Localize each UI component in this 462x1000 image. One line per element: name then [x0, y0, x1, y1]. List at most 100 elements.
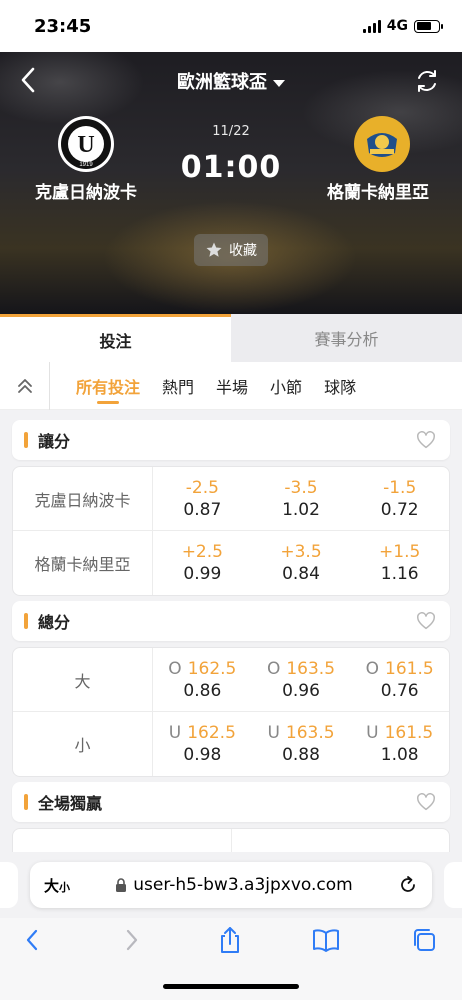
- main-tabs: 投注 賽事分析: [0, 314, 462, 362]
- market-filter-nav: 所有投注 熱門 半場 小節 球隊: [0, 361, 462, 410]
- total-odds-table: 大 O 162.5 0.86 O 163.5 0.96 O 161.5 0.76 小 …: [12, 647, 450, 777]
- previous-tab-peek[interactable]: [0, 862, 18, 908]
- tabs-button[interactable]: [410, 926, 438, 954]
- browser-forward-button[interactable]: [118, 926, 146, 954]
- network-label: 4G: [386, 18, 408, 34]
- odds-button[interactable]: +1.5 1.16: [350, 531, 449, 595]
- section-title: 讓分: [38, 432, 71, 451]
- refresh-button[interactable]: [414, 68, 440, 94]
- row-label: 克盧日納波卡: [13, 467, 153, 530]
- signal-icon: [362, 19, 381, 33]
- odds-row: 小 U 162.5 0.98 U 163.5 0.88 U 161.5 1.08: [13, 712, 449, 776]
- odds-button[interactable]: U 162.5 0.98: [153, 712, 252, 776]
- subtab-quarter[interactable]: 小節: [270, 362, 302, 410]
- address-bar[interactable]: 大小 user-h5-bw3.a3jpxvo.com: [30, 862, 432, 908]
- odds-button[interactable]: -1.5 0.72: [350, 467, 449, 530]
- odds-button[interactable]: O 163.5 0.96: [252, 648, 351, 711]
- subtab-popular[interactable]: 熱門: [162, 362, 194, 410]
- chevron-right-icon: [126, 929, 138, 951]
- odds-value: 0.84: [282, 564, 320, 584]
- subtab-team[interactable]: 球隊: [324, 362, 356, 410]
- text-size-button[interactable]: 大小: [44, 875, 70, 896]
- chevron-left-icon: [26, 929, 38, 951]
- home-indicator: [163, 984, 299, 989]
- over-under-prefix: U: [168, 723, 182, 743]
- total-points: 161.5: [385, 658, 434, 679]
- tab-analysis[interactable]: 賽事分析: [231, 314, 462, 362]
- handicap-line: +1.5: [379, 542, 421, 562]
- heart-icon[interactable]: [416, 793, 436, 811]
- away-team-name: 格蘭卡納里亞: [327, 183, 429, 203]
- over-under-prefix: U: [366, 723, 379, 743]
- browser-back-button[interactable]: [18, 926, 46, 954]
- odds-value: 0.98: [183, 745, 222, 765]
- odds-value: 0.99: [183, 564, 222, 584]
- row-label: 格蘭卡納里亞: [13, 531, 153, 595]
- share-button[interactable]: [216, 926, 244, 954]
- section-header-total[interactable]: 總分: [12, 601, 450, 641]
- heart-icon[interactable]: [416, 431, 436, 449]
- star-icon: [206, 242, 222, 257]
- odds-button[interactable]: -3.5 1.02: [252, 467, 351, 530]
- battery-icon: [414, 19, 443, 33]
- odds-button[interactable]: U 161.5 1.08: [350, 712, 449, 776]
- tabs-icon: [414, 929, 435, 951]
- favorite-label: 收藏: [229, 243, 257, 259]
- odds-value: 0.88: [282, 745, 320, 765]
- odds-button[interactable]: +3.5 0.84: [252, 531, 351, 595]
- double-chevron-up-icon: [17, 378, 32, 393]
- share-icon: [221, 927, 239, 953]
- odds-button[interactable]: O 162.5 0.86: [153, 648, 252, 711]
- next-tab-peek[interactable]: [444, 862, 462, 908]
- over-under-prefix: O: [168, 658, 182, 679]
- handicap-line: -3.5: [284, 477, 318, 498]
- status-indicators: 4G: [362, 18, 443, 34]
- reload-icon[interactable]: [398, 875, 418, 895]
- odds-value: 1.08: [380, 745, 419, 765]
- section-header-moneyline[interactable]: 全場獨贏: [12, 782, 450, 822]
- odds-row: 格蘭卡納里亞 +2.5 0.99 +3.5 0.84 +1.5 1.16: [13, 531, 449, 595]
- match-header: 歐洲籃球盃 U 1919 克盧日納波卡 11/22 01:00 格蘭卡納里亞 收…: [0, 52, 462, 314]
- total-points: 163.5: [286, 658, 336, 679]
- league-selector[interactable]: 歐洲籃球盃: [0, 68, 462, 94]
- accent-bar: [24, 613, 28, 629]
- url-display[interactable]: user-h5-bw3.a3jpxvo.com: [70, 875, 398, 895]
- subtab-all-bets[interactable]: 所有投注: [76, 362, 140, 410]
- tab-betting[interactable]: 投注: [0, 314, 231, 362]
- heart-icon[interactable]: [416, 612, 436, 630]
- total-points: 163.5: [285, 723, 335, 743]
- odds-button[interactable]: O 161.5 0.76: [350, 648, 449, 711]
- subtab-half[interactable]: 半場: [216, 362, 248, 410]
- odds-button[interactable]: U 163.5 0.88: [252, 712, 351, 776]
- text-size-small: 小: [59, 880, 71, 894]
- odds-row: 大 O 162.5 0.86 O 163.5 0.96 O 161.5 0.76: [13, 648, 449, 712]
- total-points: 162.5: [187, 658, 237, 679]
- section-title: 全場獨贏: [38, 794, 103, 813]
- caret-down-icon: [273, 79, 285, 87]
- handicap-line: +2.5: [181, 542, 223, 562]
- match-date: 11/22: [212, 124, 250, 139]
- row-label: 小: [13, 712, 153, 776]
- favorite-button[interactable]: 收藏: [194, 234, 268, 266]
- league-title: 歐洲籃球盃: [177, 72, 267, 93]
- collapse-all-button[interactable]: [0, 361, 50, 410]
- handicap-line: -2.5: [185, 477, 219, 498]
- odds-value: 1.16: [380, 564, 419, 584]
- accent-bar: [24, 432, 28, 448]
- total-points: 162.5: [187, 723, 236, 743]
- total-points: 161.5: [384, 723, 434, 743]
- odds-button[interactable]: +2.5 0.99: [153, 531, 252, 595]
- status-bar: 23:45 4G: [0, 0, 462, 52]
- book-icon: [313, 929, 339, 952]
- bookmarks-button[interactable]: [312, 926, 340, 954]
- lock-icon: [116, 877, 127, 892]
- odds-value: 0.76: [380, 680, 419, 701]
- odds-button[interactable]: -2.5 0.87: [153, 467, 252, 530]
- text-size-large: 大: [44, 876, 60, 895]
- over-under-prefix: O: [365, 658, 380, 679]
- total-line: U 162.5: [169, 722, 236, 744]
- status-time: 23:45: [34, 15, 92, 37]
- handicap-line: -1.5: [383, 477, 417, 498]
- handicap-odds-table: 克盧日納波卡 -2.5 0.87 -3.5 1.02 -1.5 0.72 格蘭卡…: [12, 466, 450, 596]
- section-header-handicap[interactable]: 讓分: [12, 420, 450, 460]
